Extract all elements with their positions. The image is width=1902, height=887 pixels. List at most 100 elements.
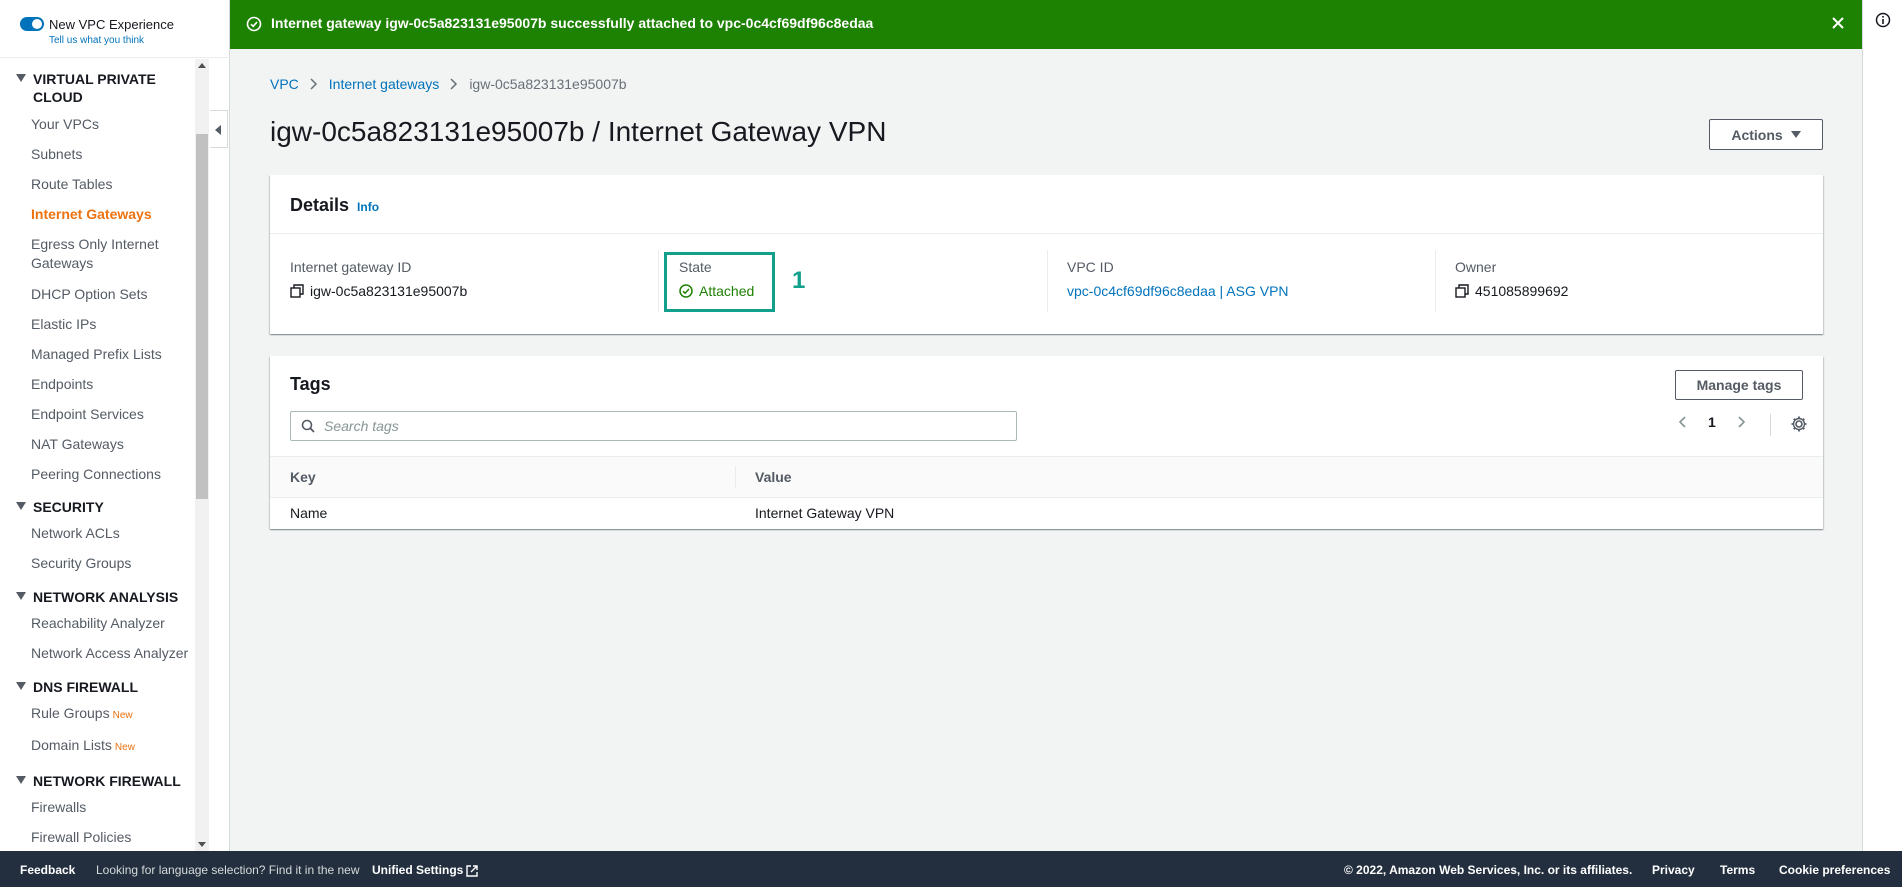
state-field: State Attached (679, 259, 754, 299)
vpc-experience-toggle-area: New VPC Experience Tell us what you thin… (0, 0, 230, 58)
column-divider (1435, 250, 1436, 312)
caret-down-icon (1790, 131, 1801, 138)
sidebar-item-elastic-ips[interactable]: Elastic IPs (31, 315, 191, 334)
chevron-right-icon (449, 78, 459, 90)
tags-table-header: Key Value (270, 456, 1823, 498)
sidebar-item-internet-gateways[interactable]: Internet Gateways (31, 205, 191, 224)
unified-settings-link[interactable]: Unified Settings (372, 863, 479, 877)
feedback-link[interactable]: Feedback (20, 863, 75, 877)
sidebar-item-route-tables[interactable]: Route Tables (31, 175, 191, 194)
actions-dropdown-button[interactable]: Actions (1709, 119, 1823, 150)
tag-key-cell: Name (290, 505, 328, 521)
success-check-icon (679, 284, 693, 298)
info-link[interactable]: Info (357, 200, 379, 214)
sidebar-item-endpoint-services[interactable]: Endpoint Services (31, 405, 191, 424)
sidebar-item-nat-gateways[interactable]: NAT Gateways (31, 435, 191, 454)
close-icon[interactable] (1830, 15, 1846, 31)
chevron-right-icon (309, 78, 319, 90)
vpc-id-link[interactable]: vpc-0c4cf69df96c8edaa | ASG VPN (1067, 283, 1289, 299)
nav-section-network-analysis[interactable]: NETWORK ANALYSIS (16, 588, 186, 606)
sidebar-item-network-acls[interactable]: Network ACLs (31, 524, 191, 543)
search-tags-input[interactable] (324, 416, 1004, 436)
new-badge: New (112, 710, 133, 721)
unified-settings-label: Unified Settings (372, 863, 464, 877)
sidebar-item-network-access-analyzer[interactable]: Network Access Analyzer (31, 644, 191, 663)
igw-id-field: Internet gateway ID igw-0c5a823131e95007… (290, 259, 467, 299)
copy-icon[interactable] (1455, 284, 1469, 298)
sidebar-item-endpoints[interactable]: Endpoints (31, 375, 191, 394)
scrollbar-thumb[interactable] (196, 134, 208, 499)
nav-section-virtual-private-cloud[interactable]: VIRTUAL PRIVATE CLOUD (16, 70, 186, 106)
state-label: State (679, 259, 712, 275)
sidebar-item-reachability-analyzer[interactable]: Reachability Analyzer (31, 614, 191, 633)
sidebar-item-rule-groups[interactable]: Rule Groups New (31, 704, 191, 725)
breadcrumb: VPC Internet gateways igw-0c5a823131e950… (270, 76, 627, 92)
tags-panel: Tags Manage tags 1 Key Value Name Intern… (270, 356, 1823, 529)
nav-section-security[interactable]: SECURITY (16, 498, 186, 516)
new-badge: New (114, 742, 135, 753)
info-icon[interactable] (1875, 12, 1891, 28)
scroll-up-arrow-icon[interactable] (198, 63, 206, 68)
nav-section-title: VIRTUAL PRIVATE CLOUD (33, 71, 156, 105)
igw-id-label: Internet gateway ID (290, 259, 412, 275)
sidebar-item-egress-only-internet-gateways[interactable]: Egress Only Internet Gateways (31, 235, 191, 273)
chevron-right-icon[interactable] (1736, 415, 1746, 429)
help-panel-rail (1862, 0, 1902, 851)
sidebar-item-label: Domain Lists (31, 737, 112, 753)
sidebar-item-domain-lists[interactable]: Domain Lists New (31, 736, 191, 757)
collapse-sidebar-button[interactable] (210, 110, 228, 148)
breadcrumb-vpc[interactable]: VPC (270, 76, 299, 92)
chevron-left-icon[interactable] (1678, 415, 1688, 429)
state-value: Attached (699, 283, 755, 299)
page-number[interactable]: 1 (1708, 414, 1716, 430)
sidebar-item-dhcp-option-sets[interactable]: DHCP Option Sets (31, 285, 191, 304)
privacy-link[interactable]: Privacy (1652, 863, 1695, 877)
details-title: Details (290, 195, 350, 215)
owner-field: Owner 451085899692 (1455, 259, 1568, 299)
sidebar-item-firewalls[interactable]: Firewalls (31, 798, 191, 817)
new-vpc-experience-toggle[interactable] (20, 17, 44, 31)
success-flash-banner: Internet gateway igw-0c5a823131e95007b s… (230, 0, 1862, 49)
nav-section-title: NETWORK FIREWALL (33, 773, 181, 789)
nav-section-dns-firewall[interactable]: DNS FIREWALL (16, 678, 186, 696)
sidebar-item-managed-prefix-lists[interactable]: Managed Prefix Lists (31, 345, 191, 364)
nav-section-title: DNS FIREWALL (33, 679, 138, 695)
scroll-down-arrow-icon[interactable] (198, 842, 206, 847)
breadcrumb-internet-gateways[interactable]: Internet gateways (329, 76, 440, 92)
sidebar-scrollbar[interactable] (195, 59, 209, 851)
caret-down-icon (16, 74, 26, 82)
column-divider (1047, 250, 1048, 312)
column-resizer[interactable] (735, 466, 736, 488)
sidebar-item-firewall-policies[interactable]: Firewall Policies (31, 828, 191, 847)
details-panel: Details Info Internet gateway ID igw-0c5a… (270, 175, 1823, 334)
sidebar-item-security-groups[interactable]: Security Groups (31, 554, 191, 573)
sidebar-item-peering-connections[interactable]: Peering Connections (31, 465, 191, 484)
search-icon (301, 419, 315, 433)
table-row: Name Internet Gateway VPN (270, 498, 1823, 529)
caret-down-icon (16, 776, 26, 784)
tags-title: Tags (290, 374, 331, 394)
gear-icon[interactable] (1790, 415, 1808, 433)
tell-us-link[interactable]: Tell us what you think (49, 35, 144, 46)
footer: Feedback Looking for language selection?… (0, 851, 1902, 887)
sidebar: New VPC Experience Tell us what you thin… (0, 0, 230, 851)
terms-link[interactable]: Terms (1720, 863, 1755, 877)
copy-icon[interactable] (290, 284, 304, 298)
column-header-value[interactable]: Value (755, 469, 792, 485)
divider (1770, 414, 1771, 436)
sidebar-nav: VIRTUAL PRIVATE CLOUD Your VPCs Subnets … (0, 59, 195, 851)
divider (270, 233, 1823, 234)
manage-tags-button[interactable]: Manage tags (1675, 370, 1803, 400)
caret-down-icon (16, 502, 26, 510)
sidebar-item-your-vpcs[interactable]: Your VPCs (31, 115, 191, 134)
page-title: igw-0c5a823131e95007b / Internet Gateway… (270, 116, 887, 147)
search-tags-field[interactable] (290, 411, 1017, 441)
column-header-key[interactable]: Key (290, 469, 316, 485)
nav-section-title: NETWORK ANALYSIS (33, 589, 179, 605)
sidebar-item-label: Rule Groups (31, 705, 110, 721)
nav-section-network-firewall[interactable]: NETWORK FIREWALL (16, 772, 186, 790)
tag-value-cell: Internet Gateway VPN (755, 505, 895, 521)
cookie-preferences-link[interactable]: Cookie preferences (1779, 863, 1890, 877)
copyright: © 2022, Amazon Web Services, Inc. or its… (1344, 863, 1633, 877)
sidebar-item-subnets[interactable]: Subnets (31, 145, 191, 164)
